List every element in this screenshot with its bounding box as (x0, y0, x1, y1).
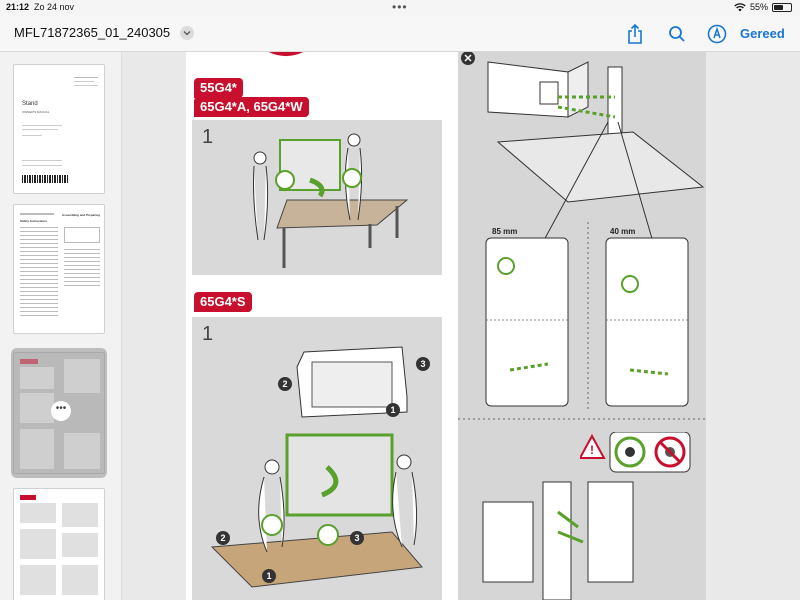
thumbnail-safety-heading: Safety Instructions (20, 219, 48, 223)
document-page: 55G4* 65G4*A, 65G4*W 1 65G4*S 1 2 3 1 2 … (186, 52, 706, 600)
barcode (22, 175, 68, 183)
done-button[interactable]: Gereed (740, 26, 785, 41)
chevron-down-icon[interactable] (180, 26, 194, 40)
model-label-65g4-aw: 65G4*A, 65G4*W (194, 97, 309, 117)
measurement-85mm: 85 mm (492, 227, 518, 236)
status-time: 21:12 (6, 2, 30, 12)
more-icon[interactable]: ••• (392, 0, 408, 14)
status-date: Zo 24 nov (34, 2, 75, 12)
battery-icon (772, 2, 792, 12)
search-icon[interactable] (666, 24, 688, 44)
thumbnail-sidebar: Stand OWNER'S MANUAL Safety Instructions… (0, 52, 122, 600)
right-illustration-column: 85 mm 40 mm ! (458, 52, 706, 600)
document-title[interactable]: MFL71872365_01_240305 (14, 25, 170, 40)
status-bar: 21:12 Zo 24 nov ••• 55% (0, 0, 800, 16)
page-thumbnail-2[interactable]: Safety Instructions Assembling and Prepa… (13, 204, 105, 334)
thumbnail-cover-subtitle: OWNER'S MANUAL (22, 110, 50, 114)
callout-1: 1 (386, 403, 400, 417)
thumbnail-cover-title: Stand (22, 101, 38, 107)
step-panel-bottom: 1 2 3 1 2 3 1 (192, 317, 442, 600)
toolbar: MFL71872365_01_240305 Gereed (0, 16, 800, 52)
stand-assembly-illustration (458, 61, 706, 600)
battery-fill (774, 4, 783, 10)
document-viewer[interactable]: 55G4* 65G4*A, 65G4*W 1 65G4*S 1 2 3 1 2 … (122, 52, 800, 600)
page-thumbnail-1[interactable]: Stand OWNER'S MANUAL (13, 64, 105, 194)
battery-percent: 55% (749, 2, 768, 12)
page-thumbnail-3[interactable]: ••• (13, 352, 105, 474)
page-thumbnail-4[interactable] (13, 488, 105, 600)
share-icon[interactable] (624, 24, 646, 44)
thumbnail-assembly-heading: Assembling and Preparing (62, 213, 101, 217)
callout-2: 2 (216, 531, 230, 545)
callout-3: 3 (350, 531, 364, 545)
svg-text:!: ! (590, 443, 594, 457)
tv-on-table-illustration (253, 133, 409, 268)
packaging-illustration (210, 346, 423, 588)
callout-1: 1 (262, 569, 276, 583)
warning-icons: ! (580, 432, 691, 473)
page-top-decoration (268, 52, 304, 56)
measurement-40mm: 40 mm (610, 227, 636, 236)
callout-3: 3 (416, 357, 430, 371)
callout-2: 2 (278, 377, 292, 391)
model-label-55g4: 55G4* (194, 78, 243, 98)
model-label-65g4s: 65G4*S (194, 292, 252, 312)
markup-icon[interactable] (706, 24, 728, 44)
wifi-icon (734, 2, 746, 11)
status-right: 55% (734, 2, 792, 12)
step-panel-top: 1 (192, 120, 442, 275)
thumbnail-more-icon[interactable]: ••• (51, 401, 71, 421)
